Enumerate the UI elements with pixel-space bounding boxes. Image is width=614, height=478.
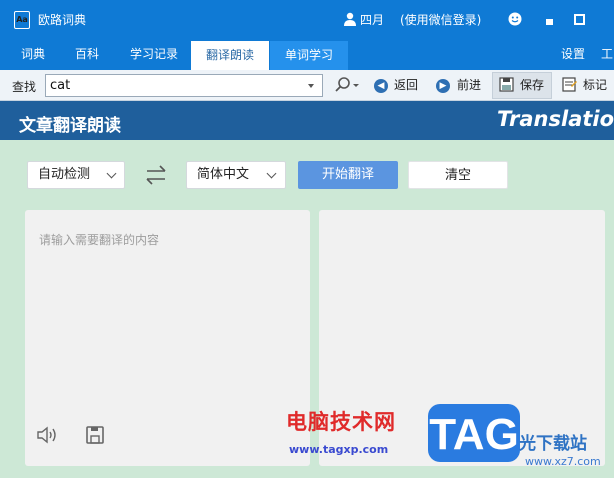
search-value[interactable]: cat bbox=[50, 78, 70, 93]
watermark-tag: TAG bbox=[429, 410, 519, 459]
floppy-icon[interactable] bbox=[499, 77, 514, 92]
source-text-input[interactable] bbox=[25, 210, 310, 466]
user-name[interactable]: 四月 bbox=[360, 11, 384, 28]
clear-button[interactable]: 清空 bbox=[408, 161, 508, 189]
tab-dictionary[interactable]: 词典 bbox=[21, 47, 45, 67]
mark-button[interactable]: 标记 bbox=[583, 74, 607, 97]
page-subtitle-en: Translation bbox=[497, 107, 614, 131]
input-placeholder: 请输入需要翻译的内容 bbox=[39, 233, 160, 247]
forward-icon[interactable]: ▶ bbox=[436, 79, 450, 93]
save-icon[interactable] bbox=[85, 425, 105, 445]
smiley-icon[interactable] bbox=[508, 12, 522, 26]
search-dropdown-icon[interactable] bbox=[308, 84, 314, 88]
find-label: 查找 bbox=[12, 80, 37, 94]
tab-encyclopedia[interactable]: 百科 bbox=[75, 47, 99, 67]
user-icon[interactable] bbox=[344, 12, 356, 26]
target-language-value: 简体中文 bbox=[197, 167, 250, 182]
save-button[interactable]: 保存 bbox=[520, 74, 544, 97]
login-status: (使用微信登录) bbox=[400, 13, 482, 27]
tab-history[interactable]: 学习记录 bbox=[130, 47, 178, 67]
settings-menu[interactable]: 设置 bbox=[561, 47, 585, 67]
page-title: 文章翻译朗读 bbox=[19, 116, 121, 136]
tools-menu[interactable]: 工 bbox=[601, 47, 613, 67]
start-translate-button[interactable]: 开始翻译 bbox=[298, 161, 398, 189]
app-icon: Aa bbox=[14, 11, 30, 29]
tab-translate[interactable]: 翻译朗读 bbox=[191, 41, 269, 70]
search-input[interactable] bbox=[45, 74, 323, 97]
minimize-icon[interactable] bbox=[546, 19, 553, 25]
watermark-logo: TAG bbox=[428, 404, 520, 462]
watermark-url: www.tagxp.com bbox=[289, 443, 389, 456]
search-icon[interactable] bbox=[331, 74, 363, 97]
maximize-icon[interactable] bbox=[574, 14, 585, 25]
source-language-value: 自动检测 bbox=[38, 167, 91, 182]
speaker-icon[interactable] bbox=[36, 425, 60, 445]
back-icon[interactable]: ◀ bbox=[374, 79, 388, 93]
forward-button[interactable]: 前进 bbox=[457, 74, 481, 97]
bookmark-icon[interactable] bbox=[562, 77, 577, 92]
tab-word-study[interactable]: 单词学习 bbox=[270, 41, 348, 70]
watermark-text: 电脑技术网 bbox=[286, 410, 396, 434]
watermark-text-2: 光下载站 bbox=[519, 434, 587, 454]
swap-icon[interactable] bbox=[143, 162, 169, 188]
watermark-url-2: www.xz7.com bbox=[525, 455, 601, 468]
app-title: 欧路词典 bbox=[38, 13, 87, 27]
back-button[interactable]: 返回 bbox=[394, 74, 418, 97]
